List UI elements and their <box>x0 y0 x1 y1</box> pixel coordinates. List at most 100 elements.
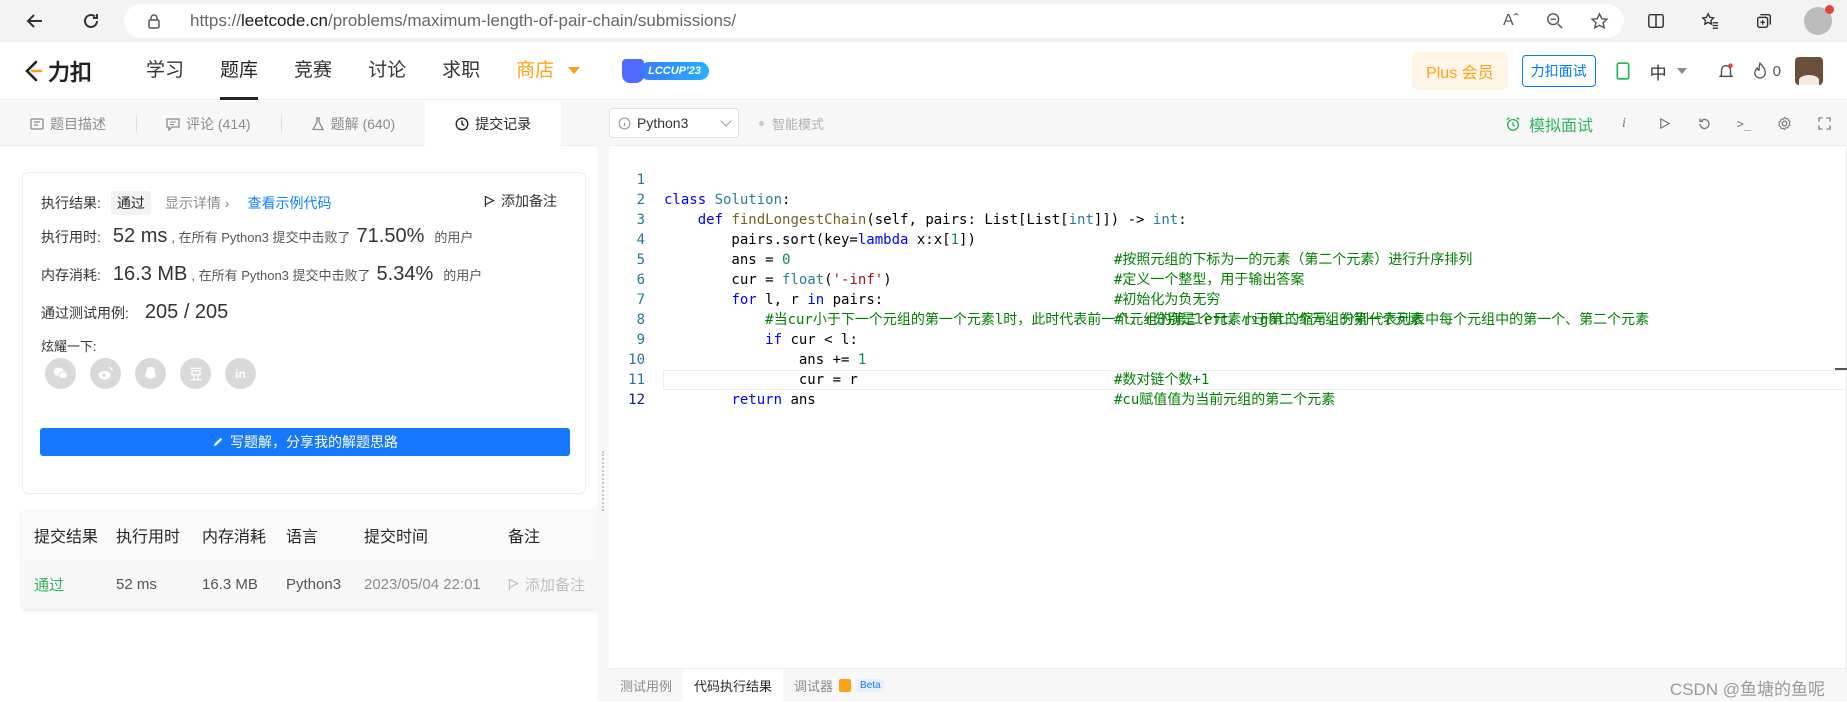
lock-icon <box>148 14 160 29</box>
share-row: 炫耀一下: <box>41 336 97 355</box>
nav-jobs[interactable]: 求职 <box>424 42 498 100</box>
view-sample-code-link[interactable]: 查看示例代码 <box>247 193 331 213</box>
tab-debugger-label: 调试器 <box>794 678 834 694</box>
tab-testcase[interactable]: 测试用例 <box>609 669 683 702</box>
lccup-badge[interactable]: LCCUP'23 <box>622 58 709 84</box>
nav-learn[interactable]: 学习 <box>128 42 202 100</box>
zoom-out-icon[interactable] <box>1544 10 1566 32</box>
write-solution-button[interactable]: 写题解，分享我的解题思路 <box>40 428 570 456</box>
flag-icon <box>484 195 495 207</box>
row-add-note[interactable]: 添加备注 <box>504 574 597 595</box>
language-select[interactable]: Python3 <box>609 108 739 138</box>
info-italic-icon[interactable]: i <box>1615 115 1633 133</box>
code-line: 4 ans = 0 #定义一个整型，用于输出答案 <box>609 210 1847 288</box>
table-row[interactable]: 通过 52 ms 16.3 MB Python3 2023/05/04 22:0… <box>22 559 597 609</box>
watermark: CSDN @鱼塘的鱼呢 <box>1669 680 1825 699</box>
caret-down-icon <box>568 66 581 74</box>
code-line: 10 cur = r #cu赋值值为当前元组的第二个元素 <box>609 330 1847 408</box>
tab-run-result[interactable]: 代码执行结果 <box>683 668 784 702</box>
nav-contest[interactable]: 竞赛 <box>276 42 350 100</box>
result-status-badge: 通过 <box>110 191 151 215</box>
add-note-label: 添加备注 <box>501 193 557 209</box>
points-counter[interactable]: 0 <box>1753 62 1781 80</box>
settings-icon[interactable] <box>1775 115 1793 133</box>
tab-description-label: 题目描述 <box>50 115 106 132</box>
header-status: 提交结果 <box>34 529 99 546</box>
read-aloud-icon[interactable]: Aˆ <box>1500 10 1522 32</box>
qq-icon[interactable] <box>135 358 166 389</box>
flag-icon <box>508 578 519 590</box>
back-button[interactable] <box>18 4 52 38</box>
editor-toolbar: Python3 智能模式 模拟面试 i >_ <box>609 101 1847 146</box>
code-line: 12 <box>609 370 1847 408</box>
nav-problemset[interactable]: 题库 <box>202 42 276 100</box>
phone-icon[interactable] <box>1610 58 1636 84</box>
main-nav: 学习 题库 竞赛 讨论 求职 商店 <box>128 42 598 100</box>
collections-icon[interactable] <box>1747 4 1781 38</box>
notification-bell-icon[interactable] <box>1713 58 1739 84</box>
douban-icon[interactable] <box>180 358 211 389</box>
leetcode-logo-icon <box>25 60 43 81</box>
code-line: 6 for l, r in pairs: #l、r分别是left、right的缩… <box>609 250 1847 328</box>
console-icon[interactable]: >_ <box>1735 115 1753 133</box>
code-editor[interactable]: 1 class Solution: 2 def findLongestChain… <box>609 146 1847 668</box>
browser-toolbar: https://leetcode.cn/problems/maximum-len… <box>0 0 1847 42</box>
code-line: 1 class Solution: <box>609 150 1847 208</box>
language-switcher[interactable]: 中 <box>1650 59 1687 84</box>
profile-button[interactable] <box>1801 4 1835 38</box>
smart-mode-toggle[interactable]: 智能模式 <box>759 114 824 133</box>
tab-debugger[interactable]: 调试器 Beta <box>783 669 895 702</box>
tab-submissions[interactable]: 提交记录 <box>425 101 562 146</box>
reload-button[interactable] <box>74 4 108 38</box>
wechat-icon[interactable] <box>45 358 76 389</box>
tab-comments[interactable]: 评论 (414) <box>136 101 281 146</box>
nav-store[interactable]: 商店 <box>498 42 598 100</box>
result-row: 执行结果: 通过 显示详情 › 查看示例代码 <box>41 191 331 215</box>
console-tabs: 测试用例 代码执行结果 调试器 Beta <box>609 668 1847 702</box>
run-icon[interactable] <box>1655 115 1673 133</box>
interview-button[interactable]: 力扣面试 <box>1521 55 1596 87</box>
flame-icon <box>1753 62 1766 79</box>
code-line: 7 #当cur小于下一个元组的第一个元素l时，此时代表前一个元组的第二个元素小于… <box>609 270 1847 328</box>
tab-solutions-label: 题解 (640) <box>330 115 396 132</box>
header-actions: Plus 会员 力扣面试 中 0 <box>1412 42 1823 100</box>
share-icons: in <box>45 358 256 389</box>
panel-resize-handle[interactable] <box>597 101 609 701</box>
runtime-label: 执行用时: <box>41 229 101 245</box>
reset-icon[interactable] <box>1695 115 1713 133</box>
user-avatar[interactable] <box>1795 57 1823 85</box>
add-note-button[interactable]: 添加备注 <box>484 191 557 211</box>
favorite-add-icon[interactable] <box>1588 10 1610 32</box>
browser-actions <box>1639 4 1847 38</box>
memory-row: 内存消耗: 16.3 MB , 在所有 Python3 提交中击败了 5.34%… <box>41 263 482 286</box>
linkedin-icon[interactable]: in <box>225 358 256 389</box>
mock-interview-button[interactable]: 模拟面试 <box>1505 112 1593 136</box>
code-line: 11 return ans <box>609 350 1847 408</box>
leetcode-logo[interactable]: 力扣 <box>22 55 92 87</box>
plus-member-button[interactable]: Plus 会员 <box>1412 52 1508 90</box>
comment-icon <box>166 117 180 131</box>
share-label: 炫耀一下: <box>41 339 97 354</box>
address-bar[interactable]: https://leetcode.cn/problems/maximum-len… <box>124 4 1624 38</box>
runtime-tail-text: 的用户 <box>434 230 474 245</box>
tab-solutions[interactable]: 题解 (640) <box>280 101 426 146</box>
row-status[interactable]: 通过 <box>22 574 108 595</box>
chevron-down-icon <box>720 115 732 127</box>
address-actions: Aˆ <box>1500 10 1610 32</box>
tab-description[interactable]: 题目描述 <box>0 101 136 146</box>
beta-badge: Beta <box>857 678 884 692</box>
nav-discuss[interactable]: 讨论 <box>350 42 424 100</box>
runtime-percentile: 71.50% <box>356 225 425 247</box>
fullscreen-icon[interactable] <box>1815 115 1833 133</box>
favorites-icon[interactable] <box>1693 4 1727 38</box>
weibo-icon[interactable] <box>90 358 121 389</box>
result-label: 执行结果: <box>41 195 101 211</box>
row-runtime: 52 ms <box>116 575 157 593</box>
show-details-link[interactable]: 显示详情 › <box>165 193 230 213</box>
split-screen-icon[interactable] <box>1639 4 1673 38</box>
smart-mode-label: 智能模式 <box>772 116 825 132</box>
language-label: 中 <box>1649 63 1667 83</box>
code-text: return ans <box>731 392 816 408</box>
scroll-cursor-marker <box>1835 368 1847 370</box>
reload-icon <box>84 13 98 28</box>
